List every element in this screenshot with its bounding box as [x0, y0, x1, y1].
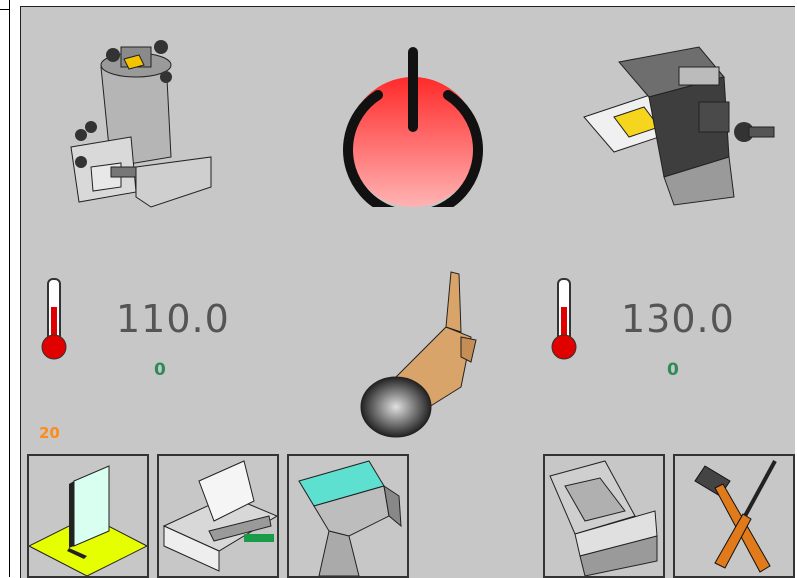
- screen: 110.0 0 130.0 0 20: [0, 0, 797, 578]
- left-strip: [0, 0, 10, 577]
- feeder-button[interactable]: [157, 454, 279, 578]
- thermometer-icon: [39, 277, 69, 366]
- slide-unit-icon: [549, 460, 658, 576]
- main-panel: 110.0 0 130.0 0 20: [20, 6, 795, 578]
- film-roll-icon: [298, 460, 402, 576]
- film-roll-button[interactable]: [287, 454, 409, 578]
- feeder-icon: [162, 460, 277, 572]
- tools-icon: [694, 460, 777, 573]
- right-setpoint: 0: [667, 360, 679, 380]
- fold-icon: [29, 465, 147, 576]
- tools-button[interactable]: [673, 454, 795, 578]
- touch-hand-icon[interactable]: [351, 262, 481, 446]
- power-icon[interactable]: [333, 47, 493, 220]
- fold-button[interactable]: [27, 454, 149, 578]
- right-temperature: 130.0: [621, 297, 735, 341]
- thermometer-icon: [549, 277, 579, 366]
- cutter-machine-icon[interactable]: [579, 37, 779, 211]
- cycle-counter: 20: [39, 424, 60, 442]
- slide-unit-button[interactable]: [543, 454, 665, 578]
- left-setpoint: 0: [154, 360, 166, 380]
- left-temperature: 110.0: [116, 297, 230, 341]
- press-machine-icon[interactable]: [51, 17, 221, 221]
